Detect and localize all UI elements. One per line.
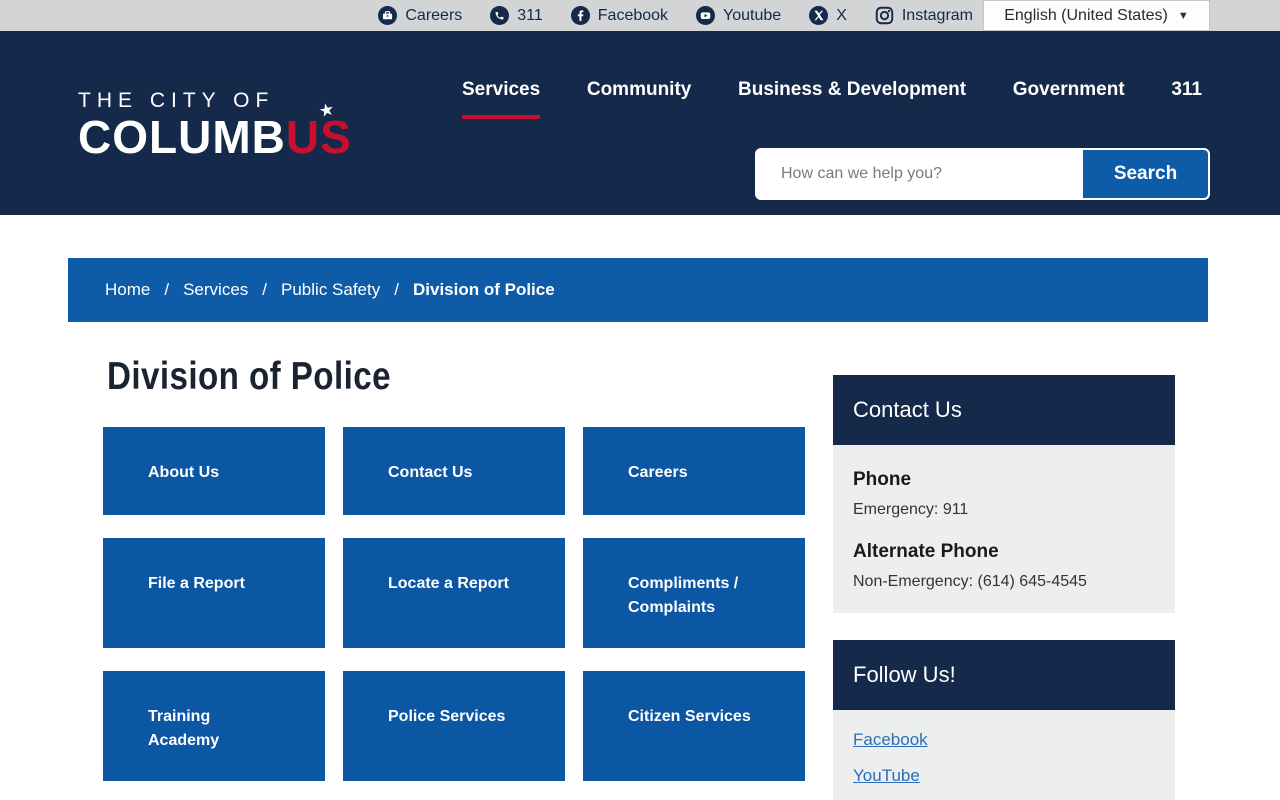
follow-us-card-title: Follow Us! bbox=[833, 640, 1175, 710]
careers-link[interactable]: Careers bbox=[378, 6, 462, 25]
language-selector[interactable]: English (United States) ▼ bbox=[983, 0, 1210, 31]
x-label: X bbox=[836, 7, 847, 25]
three-one-one-link[interactable]: 311 bbox=[490, 6, 543, 25]
contact-us-card-body: Phone Emergency: 911 Alternate Phone Non… bbox=[833, 445, 1175, 613]
tile-citizen-services[interactable]: Citizen Services bbox=[583, 671, 805, 781]
contact-us-card: Contact Us Phone Emergency: 911 Alternat… bbox=[833, 375, 1175, 613]
facebook-icon bbox=[571, 6, 590, 25]
tile-contact-us[interactable]: Contact Us bbox=[343, 427, 565, 515]
three-one-one-label: 311 bbox=[517, 7, 543, 25]
nav-business-development[interactable]: Business & Development bbox=[738, 79, 966, 119]
follow-us-card: Follow Us! Facebook YouTube bbox=[833, 640, 1175, 800]
quick-links-grid: About Us Contact Us Careers File a Repor… bbox=[103, 427, 805, 781]
youtube-label: Youtube bbox=[723, 7, 781, 25]
language-selector-value: English (United States) bbox=[1004, 7, 1168, 25]
x-icon bbox=[809, 6, 828, 25]
site-header: THE CITY OF COLUMBUS★ Services Community… bbox=[0, 31, 1280, 215]
breadcrumb-services[interactable]: Services bbox=[183, 280, 248, 300]
youtube-follow-link[interactable]: YouTube bbox=[853, 766, 1155, 786]
sidebar: Contact Us Phone Emergency: 911 Alternat… bbox=[833, 375, 1175, 800]
breadcrumb: Home / Services / Public Safety / Divisi… bbox=[68, 258, 1208, 322]
alternate-phone-section: Alternate Phone Non-Emergency: (614) 645… bbox=[853, 541, 1155, 591]
logo-line1: THE CITY OF bbox=[78, 89, 388, 113]
alternate-phone-heading: Alternate Phone bbox=[853, 541, 1155, 563]
nav-311[interactable]: 311 bbox=[1171, 79, 1202, 119]
chevron-down-icon: ▼ bbox=[1178, 10, 1189, 22]
tile-training-academy[interactable]: Training Academy bbox=[103, 671, 325, 781]
facebook-label: Facebook bbox=[598, 7, 668, 25]
tile-file-a-report[interactable]: File a Report bbox=[103, 538, 325, 648]
careers-label: Careers bbox=[405, 7, 462, 25]
tile-compliments-complaints[interactable]: Compliments / Complaints bbox=[583, 538, 805, 648]
nav-community[interactable]: Community bbox=[587, 79, 692, 119]
instagram-label: Instagram bbox=[902, 7, 973, 25]
follow-us-card-body: Facebook YouTube bbox=[833, 710, 1175, 800]
breadcrumb-home[interactable]: Home bbox=[105, 280, 150, 300]
instagram-link[interactable]: Instagram bbox=[875, 6, 973, 25]
breadcrumb-current: Division of Police bbox=[413, 280, 555, 300]
nav-services[interactable]: Services bbox=[462, 79, 540, 119]
search-bar: Search bbox=[755, 148, 1210, 200]
youtube-icon bbox=[696, 6, 715, 25]
breadcrumb-separator: / bbox=[262, 280, 267, 300]
youtube-link[interactable]: Youtube bbox=[696, 6, 781, 25]
tile-police-services[interactable]: Police Services bbox=[343, 671, 565, 781]
search-input[interactable] bbox=[757, 150, 1083, 198]
phone-icon bbox=[490, 6, 509, 25]
tile-careers[interactable]: Careers bbox=[583, 427, 805, 515]
nav-government[interactable]: Government bbox=[1013, 79, 1125, 119]
phone-heading: Phone bbox=[853, 469, 1155, 491]
breadcrumb-separator: / bbox=[164, 280, 169, 300]
facebook-link[interactable]: Facebook bbox=[571, 6, 668, 25]
briefcase-icon bbox=[378, 6, 397, 25]
main-nav: Services Community Business & Developmen… bbox=[462, 79, 1202, 119]
city-of-columbus-logo[interactable]: THE CITY OF COLUMBUS★ bbox=[78, 89, 388, 161]
contact-us-card-title: Contact Us bbox=[833, 375, 1175, 445]
x-link[interactable]: X bbox=[809, 6, 847, 25]
phone-section: Phone Emergency: 911 bbox=[853, 469, 1155, 519]
tile-about-us[interactable]: About Us bbox=[103, 427, 325, 515]
search-button[interactable]: Search bbox=[1083, 150, 1208, 198]
alternate-phone-value: Non-Emergency: (614) 645-4545 bbox=[853, 573, 1155, 591]
star-icon: ★ bbox=[319, 102, 336, 120]
facebook-follow-link[interactable]: Facebook bbox=[853, 730, 1155, 750]
page-title: Division of Police bbox=[107, 355, 391, 399]
breadcrumb-public-safety[interactable]: Public Safety bbox=[281, 280, 380, 300]
tile-locate-a-report[interactable]: Locate a Report bbox=[343, 538, 565, 648]
instagram-icon bbox=[875, 6, 894, 25]
breadcrumb-separator: / bbox=[394, 280, 399, 300]
phone-value: Emergency: 911 bbox=[853, 501, 1155, 519]
utility-bar: Careers 311 Facebook Youtube bbox=[0, 0, 1280, 31]
logo-line2: COLUMBUS★ bbox=[78, 113, 388, 161]
page: Careers 311 Facebook Youtube bbox=[0, 0, 1280, 800]
utility-links: Careers 311 Facebook Youtube bbox=[378, 0, 973, 31]
logo-us: US bbox=[286, 111, 352, 163]
logo-columb: COLUMB bbox=[78, 111, 286, 163]
